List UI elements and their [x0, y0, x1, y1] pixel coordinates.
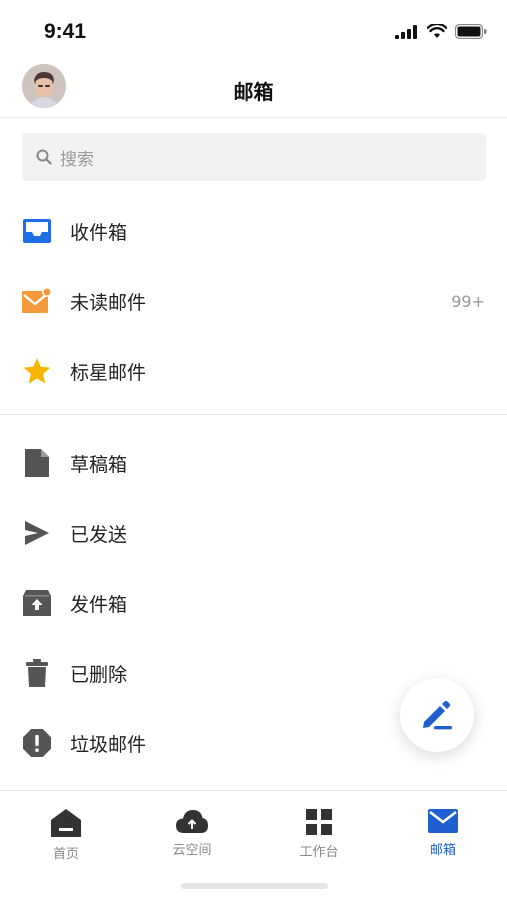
folder-sent[interactable]: 已发送	[0, 498, 507, 568]
battery-icon	[455, 24, 487, 39]
folder-label: 标星邮件	[70, 361, 147, 384]
signal-icon	[395, 24, 417, 39]
tab-cloud[interactable]: 云空间	[142, 809, 242, 858]
folder-drafts[interactable]: 草稿箱	[0, 428, 507, 498]
folder-label: 已发送	[70, 523, 128, 546]
star-icon	[22, 356, 52, 386]
status-icons	[395, 24, 487, 39]
section-divider	[0, 414, 507, 415]
folder-outbox[interactable]: 发件箱	[0, 568, 507, 638]
folder-label: 草稿箱	[70, 453, 128, 476]
folder-label: 垃圾邮件	[70, 733, 147, 756]
tab-label: 工作台	[299, 845, 339, 860]
primary-folder-list: 收件箱 未读邮件 99+ 标星邮件	[0, 196, 507, 406]
workbench-icon	[306, 809, 332, 835]
home-icon	[51, 809, 81, 837]
search-input[interactable]: 搜索	[22, 133, 486, 181]
outbox-icon	[22, 588, 52, 618]
search-icon	[36, 149, 52, 165]
draft-icon	[22, 448, 52, 478]
tab-mail[interactable]: 邮箱	[393, 809, 493, 858]
tab-label: 邮箱	[429, 843, 456, 858]
spam-icon	[22, 728, 52, 758]
tab-label: 云空间	[172, 843, 212, 858]
folder-starred[interactable]: 标星邮件	[0, 336, 507, 406]
page-title: 邮箱	[233, 80, 274, 104]
inbox-icon	[22, 216, 52, 246]
folder-label: 未读邮件	[70, 291, 147, 314]
folder-inbox[interactable]: 收件箱	[0, 196, 507, 266]
header: 邮箱	[0, 62, 507, 118]
folder-label: 已删除	[70, 663, 128, 686]
tab-label: 首页	[52, 847, 79, 862]
send-icon	[22, 518, 52, 548]
bottom-tab-bar: 首页 云空间 工作台 邮箱	[0, 790, 507, 900]
home-indicator	[181, 883, 328, 889]
status-time: 9:41	[44, 20, 87, 43]
folder-unread[interactable]: 未读邮件 99+	[0, 266, 507, 336]
unread-mail-icon	[22, 286, 52, 316]
tab-home[interactable]: 首页	[16, 809, 116, 862]
mail-icon	[428, 809, 458, 833]
status-bar: 9:41	[0, 0, 507, 62]
search-placeholder: 搜索	[60, 149, 94, 170]
tab-workbench[interactable]: 工作台	[269, 809, 369, 860]
folder-label: 发件箱	[70, 593, 128, 616]
trash-icon	[22, 658, 52, 688]
unread-count-badge: 99+	[451, 291, 485, 311]
cloud-icon	[176, 810, 208, 833]
compose-button[interactable]	[400, 678, 474, 752]
wifi-icon	[427, 24, 447, 38]
folder-label: 收件箱	[70, 221, 128, 244]
edit-icon	[423, 700, 452, 730]
